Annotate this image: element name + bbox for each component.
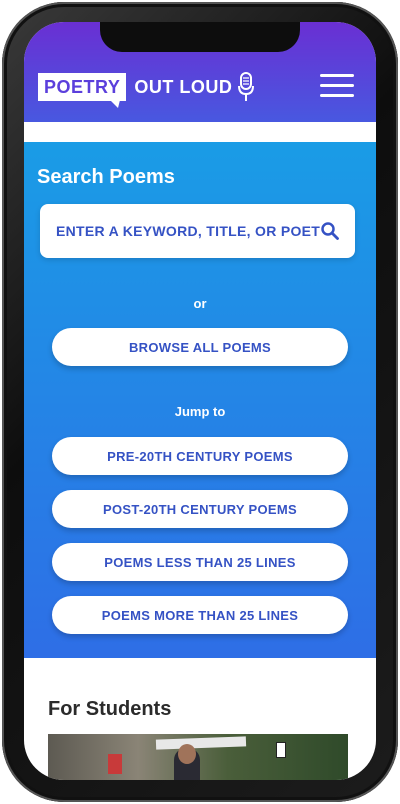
or-label: or <box>193 296 207 311</box>
more-than-25-lines-button[interactable]: POEMS MORE THAN 25 LINES <box>52 596 348 634</box>
hamburger-menu-icon[interactable] <box>320 74 356 98</box>
students-photo <box>48 734 348 780</box>
header-divider <box>24 122 376 142</box>
pre-20th-century-button[interactable]: PRE-20TH CENTURY POEMS <box>52 437 348 475</box>
post-20th-century-button[interactable]: POST-20TH CENTURY POEMS <box>52 490 348 528</box>
poetry-out-loud-logo[interactable]: POETRY OUT LOUD <box>38 70 255 108</box>
phone-notch <box>100 22 300 52</box>
search-poems-title: Search Poems <box>37 166 175 188</box>
phone-screen: POETRY OUT LOUD Search Poems ENTER A KEY… <box>24 22 376 780</box>
search-poems-section: Search Poems or BROWSE ALL POEMS Jump to… <box>24 142 376 658</box>
search-input[interactable] <box>56 223 321 239</box>
search-icon[interactable] <box>321 222 339 240</box>
mic-icon <box>238 72 255 101</box>
less-than-25-lines-button[interactable]: POEMS LESS THAN 25 LINES <box>52 543 348 581</box>
logo-text-poetry: POETRY <box>38 73 127 108</box>
browse-all-poems-button[interactable]: BROWSE ALL POEMS <box>52 328 348 366</box>
jump-to-label: Jump to <box>174 404 226 419</box>
search-box <box>40 204 355 258</box>
for-students-title: For Students <box>48 698 172 720</box>
logo-text-out-loud: OUT LOUD <box>134 76 233 97</box>
